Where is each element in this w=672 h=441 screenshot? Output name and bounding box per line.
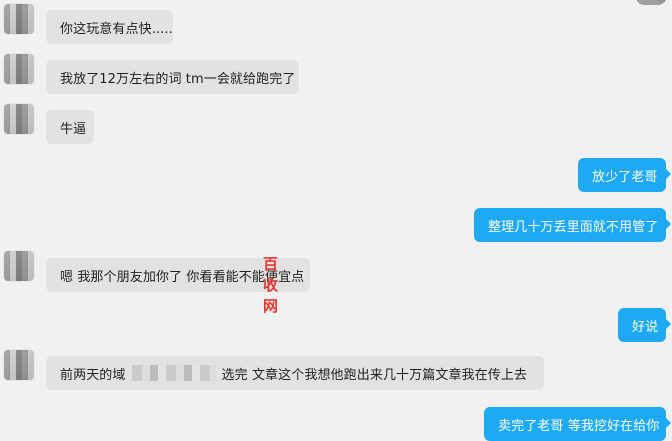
message-bubble: 卖完了老哥 等我挖好在给你 (484, 407, 671, 441)
message-bubble: 我放了12万左右的词 tm一会就给跑完了 (46, 60, 299, 94)
redacted-text (131, 365, 216, 381)
message-text: 放少了老哥 (592, 169, 658, 185)
message-text: 牛逼 (60, 121, 87, 137)
message-text-right: 选完 文章这个我想他跑出来几十万篇文章我在传上去 (221, 367, 528, 383)
message-text-left: 前两天的域 (60, 367, 126, 383)
chat-thread: 你这玩意有点快..... 我放了12万左右的词 tm一会就给跑完了 牛逼 放少了… (0, 0, 672, 441)
avatar[interactable] (4, 4, 34, 34)
avatar[interactable] (4, 104, 34, 134)
message-bubble: 前两天的域 选完 文章这个我想他跑出来几十万篇文章我在传上去 (46, 356, 544, 390)
watermark-text: 百收网 (263, 255, 279, 315)
message-bubble: 放少了老哥 (578, 158, 671, 192)
avatar[interactable] (4, 54, 34, 84)
message-text: 我放了12万左右的词 tm一会就给跑完了 (60, 71, 296, 87)
message-text: 卖完了老哥 等我挖好在给你 (498, 418, 660, 434)
message-text: 好说 (632, 319, 659, 335)
message-bubble: 你这玩意有点快..... (46, 10, 173, 44)
window-control-icon[interactable] (636, 0, 666, 5)
message-text: 你这玩意有点快..... (60, 21, 173, 37)
message-bubble: 牛逼 (46, 110, 94, 144)
avatar[interactable] (4, 350, 34, 380)
message-bubble: 好说 (618, 308, 671, 342)
message-bubble: 整理几十万丢里面就不用管了 (474, 208, 671, 242)
message-text: 整理几十万丢里面就不用管了 (488, 219, 659, 235)
avatar[interactable] (4, 251, 34, 281)
